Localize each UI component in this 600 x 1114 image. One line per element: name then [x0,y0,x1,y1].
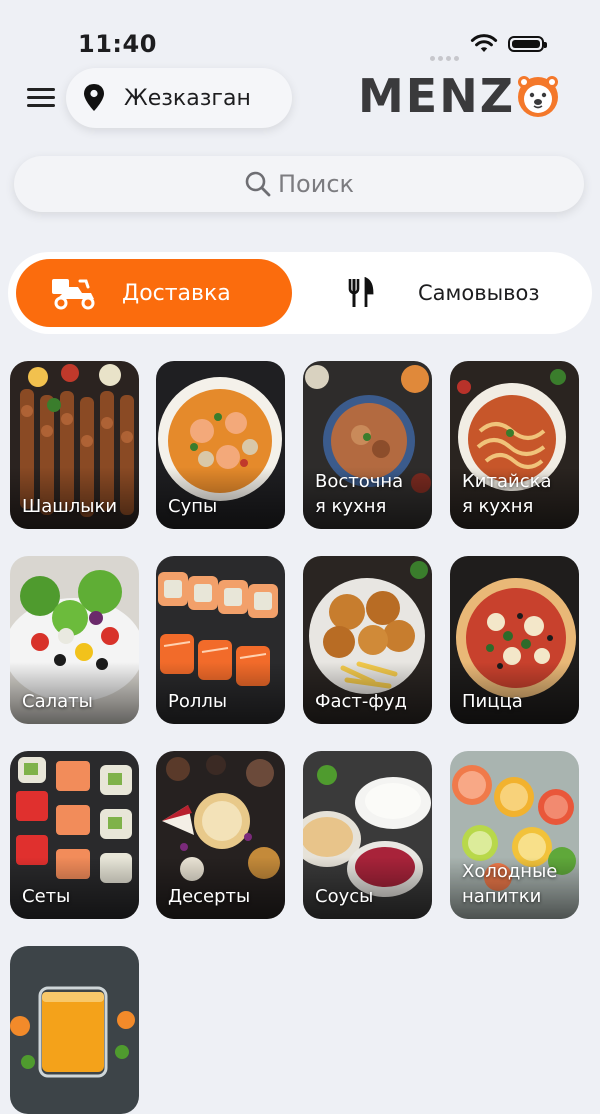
search-bar[interactable]: Поиск [14,156,584,212]
category-label: Холодные напитки [462,861,558,907]
delivery-label: Доставка [122,280,231,306]
category-tile-soups[interactable]: Супы [156,361,285,529]
category-tile-chinese[interactable]: Китайска я кухня [450,361,579,529]
scooter-icon [52,279,95,310]
menzo-logo: MENZ [358,66,561,126]
category-label: Салаты [22,691,93,712]
status-time: 11:40 [78,30,157,58]
logo-text: MENZ [358,69,516,123]
category-label: Сеты [22,886,71,907]
category-tile-salads[interactable]: Салаты [10,556,139,724]
category-tile-cold-drinks[interactable]: Холодные напитки [450,751,579,919]
search-placeholder: Поиск [277,170,355,198]
category-tile-juices[interactable] [10,946,139,1114]
category-label: Восточна я кухня [315,471,404,517]
category-tile-sauces[interactable]: Соусы [303,751,432,919]
category-tile-pizza[interactable]: Пицца [450,556,579,724]
category-label: Шашлыки [22,496,118,517]
location-pin-icon [84,84,104,111]
delivery-tab[interactable]: Доставка [16,259,292,327]
bear-face-icon [518,76,559,117]
category-label: Пицца [462,691,523,712]
category-label: Фаст-фуд [315,691,407,712]
category-label: Соусы [315,886,374,907]
pickup-label: Самовывоз [418,281,540,305]
category-tile-fastfood[interactable]: Фаст-фуд [303,556,432,724]
category-tile-shashlyki[interactable]: Шашлыки [10,361,139,529]
category-tile-desserts[interactable]: Десерты [156,751,285,919]
category-label: Десерты [168,886,251,907]
cutlery-icon [348,277,374,307]
category-label: Китайска я кухня [462,471,552,517]
battery-icon [508,36,547,52]
category-tile-eastern[interactable]: Восточна я кухня [303,361,432,529]
wifi-icon [470,34,498,52]
city-name: Жезказган [124,85,251,111]
juice-image [10,946,139,1114]
search-icon [245,171,271,197]
pickup-tab[interactable]: Самовывоз [308,259,584,327]
hamburger-menu-button[interactable] [27,88,55,108]
category-label: Супы [168,496,218,517]
order-mode-toggle: Доставка Самовывоз [8,252,592,334]
category-tile-sets[interactable]: Сеты [10,751,139,919]
city-selector[interactable]: Жезказган [66,68,292,128]
status-bar: 11:40 [0,0,600,61]
category-label: Роллы [168,691,228,712]
cellular-signal-icon [430,46,462,65]
category-tile-rolls[interactable]: Роллы [156,556,285,724]
